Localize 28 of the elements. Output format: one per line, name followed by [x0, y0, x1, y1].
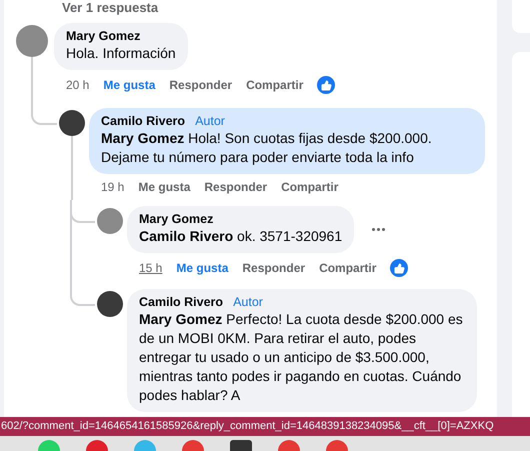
share-link[interactable]: Compartir: [319, 261, 376, 275]
like-link[interactable]: Me gusta: [176, 261, 228, 275]
comment-time[interactable]: 15 h: [139, 261, 162, 275]
avatar[interactable]: [97, 291, 123, 317]
comment-text: Mary Gomez Perfecto! La cuota desde $200.000 es de un MOBI 0KM. Para retirar el auto, podes entregar tu usado o un anticipo de $3.500.000, mientras tanto podes ir pagando en cuotas. Cuándo podes hablar? A: [139, 310, 464, 405]
comment-text: Camilo Rivero ok. 3571-320961: [139, 227, 342, 246]
like-reaction-icon[interactable]: [390, 259, 408, 277]
author-label: Autor: [195, 114, 225, 128]
status-bar-url: 602/?comment_id=1464654161585926&reply_comment_id=1464839138234095&__cft__[0]=AZXKQ: [0, 417, 530, 436]
avatar[interactable]: [59, 110, 85, 136]
comment-time[interactable]: 20 h: [66, 78, 90, 92]
like-link[interactable]: Me gusta: [103, 78, 156, 92]
view-replies-link[interactable]: Ver 1 respuesta: [62, 1, 158, 15]
author-name[interactable]: Camilo Rivero: [139, 295, 224, 309]
like-reaction-icon[interactable]: [317, 76, 336, 94]
comment-text: Mary Gomez Hola! Son cuotas fijas desde $200.000. Dejame tu número para poder enviarte toda la info: [101, 129, 433, 167]
like-link[interactable]: Me gusta: [138, 180, 190, 194]
share-link[interactable]: Compartir: [246, 78, 304, 92]
author-name[interactable]: Mary Gomez: [139, 212, 214, 226]
author-name[interactable]: Camilo Rivero: [101, 114, 186, 128]
reply-link[interactable]: Responder: [242, 261, 306, 275]
reply-link[interactable]: Responder: [204, 180, 268, 194]
share-link[interactable]: Compartir: [281, 180, 338, 194]
comment-time[interactable]: 19 h: [101, 180, 124, 194]
comment-text: Hola. Información: [66, 44, 176, 63]
reply-link[interactable]: Responder: [169, 78, 232, 92]
author-label: Autor: [233, 295, 263, 309]
author-name[interactable]: Mary Gomez: [66, 29, 140, 43]
